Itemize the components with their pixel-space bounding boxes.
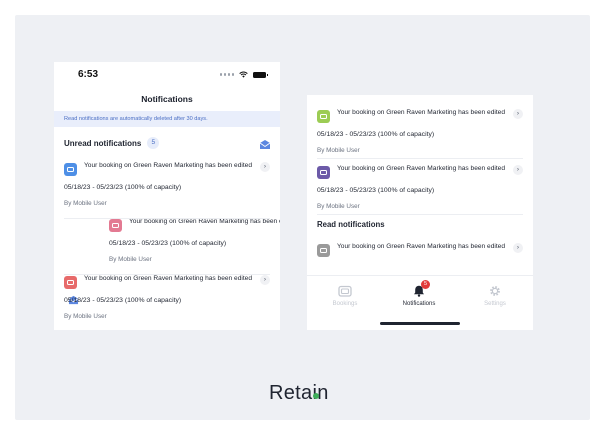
tab-label: Bookings xyxy=(332,301,358,307)
notification-title: Your booking on Green Raven Marketing ha… xyxy=(337,165,506,172)
phone-screen-left: 6:53 Notifications Read notifications ar… xyxy=(54,62,280,330)
divider xyxy=(64,218,270,219)
notification-item[interactable]: Your booking on Green Raven Marketing ha… xyxy=(64,161,280,219)
phone-screen-right: Your booking on Green Raven Marketing ha… xyxy=(307,95,533,330)
booking-dates: 05/18/23 - 05/23/23 (100% of capacity) xyxy=(317,131,435,138)
calendar-icon xyxy=(338,284,352,297)
bell-icon: 5 xyxy=(412,280,430,297)
gear-icon xyxy=(488,284,502,296)
status-time: 6:53 xyxy=(78,69,99,80)
unread-count-badge: 5 xyxy=(147,137,160,149)
booking-app-icon xyxy=(317,166,330,179)
notification-item[interactable]: Your booking on Green Raven Marketing ha… xyxy=(64,274,280,330)
chevron-right-icon[interactable]: › xyxy=(260,162,270,172)
signal-icon xyxy=(219,73,234,76)
info-banner: Read notifications are automatically del… xyxy=(54,111,280,127)
chevron-right-icon[interactable]: › xyxy=(513,109,523,119)
wifi-icon xyxy=(239,71,248,78)
status-icons xyxy=(219,71,268,78)
notification-title: Your booking on Green Raven Marketing ha… xyxy=(129,218,280,225)
notification-item-swiped[interactable]: Your booking on Green Raven Marketing ha… xyxy=(109,217,280,275)
chevron-right-icon[interactable]: › xyxy=(260,275,270,285)
unread-section-header: Unread notifications 5 xyxy=(64,137,160,149)
booking-dates: 05/18/23 - 05/23/23 (100% of capacity) xyxy=(64,184,182,191)
booking-app-icon xyxy=(317,244,330,257)
notification-count-badge: 5 xyxy=(421,280,430,289)
booking-dates: 05/18/23 - 05/23/23 (100% of capacity) xyxy=(64,297,182,304)
read-section-title: Read notifications xyxy=(317,220,385,229)
divider xyxy=(317,214,523,215)
booking-dates: 05/18/23 - 05/23/23 (100% of capacity) xyxy=(317,187,435,194)
notification-author: By Mobile User xyxy=(64,200,107,207)
notification-author: By Mobile User xyxy=(317,147,360,154)
notification-author: By Mobile User xyxy=(64,313,107,320)
unread-section-title: Unread notifications xyxy=(64,138,142,148)
page-title: Notifications xyxy=(141,94,193,104)
notification-title: Your booking on Green Raven Marketing ha… xyxy=(337,243,506,250)
tab-bar: Bookings 5 Notifications Settings xyxy=(307,275,533,330)
booking-app-icon xyxy=(64,276,77,289)
battery-icon xyxy=(253,71,268,78)
tab-notifications[interactable]: 5 Notifications xyxy=(389,280,449,307)
divider xyxy=(317,158,523,159)
status-bar: 6:53 xyxy=(54,62,280,88)
notification-title: Your booking on Green Raven Marketing ha… xyxy=(84,275,253,282)
tab-label: Notifications xyxy=(402,301,436,307)
notification-title: Your booking on Green Raven Marketing ha… xyxy=(84,162,253,169)
home-indicator xyxy=(380,322,460,325)
notification-author: By Mobile User xyxy=(317,203,360,210)
notification-title: Your booking on Green Raven Marketing ha… xyxy=(337,109,506,116)
booking-dates: 05/18/23 - 05/23/23 (100% of capacity) xyxy=(109,240,227,247)
notification-item-read[interactable]: Your booking on Green Raven Marketing ha… xyxy=(317,242,533,270)
chevron-right-icon[interactable]: › xyxy=(513,165,523,175)
chevron-right-icon[interactable]: › xyxy=(513,243,523,253)
tab-settings[interactable]: Settings xyxy=(465,284,525,307)
booking-app-icon xyxy=(64,163,77,176)
tab-bookings[interactable]: Bookings xyxy=(315,284,375,307)
retain-logo: Retain xyxy=(269,382,329,404)
mark-all-read-envelope-icon[interactable] xyxy=(259,139,271,150)
logo-accent-dot xyxy=(313,393,319,399)
tab-label: Settings xyxy=(484,301,506,307)
notification-author: By Mobile User xyxy=(109,256,152,263)
booking-app-icon xyxy=(317,110,330,123)
booking-app-icon xyxy=(109,219,122,232)
